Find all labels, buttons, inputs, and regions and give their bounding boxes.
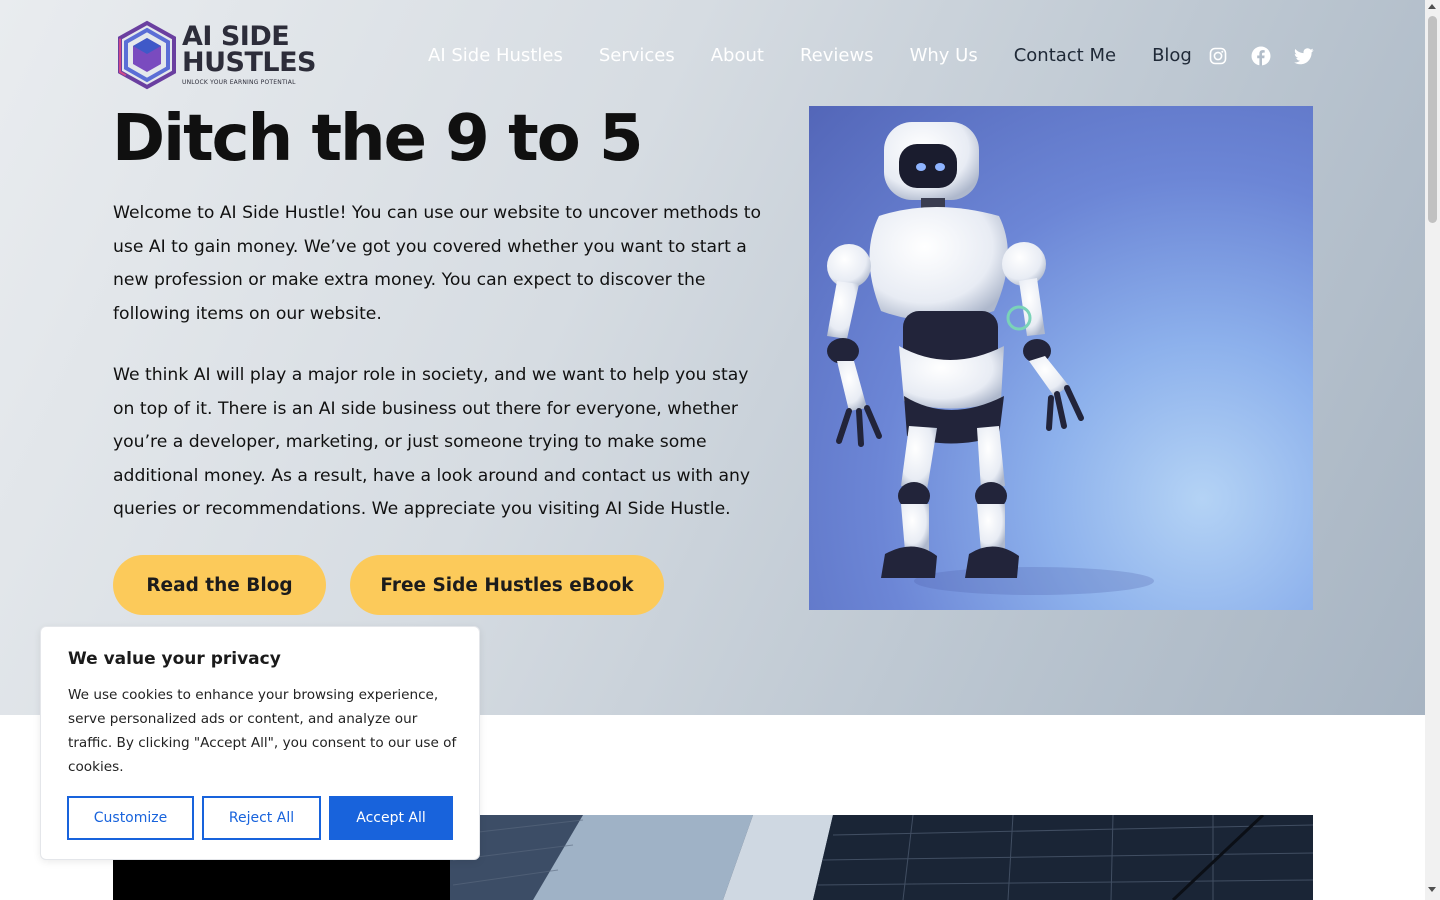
nav-item-ai-side-hustles[interactable]: AI Side Hustles <box>428 45 563 66</box>
cookie-reject-all-button[interactable]: Reject All <box>202 796 321 840</box>
cookie-customize-button[interactable]: Customize <box>67 796 194 840</box>
instagram-icon[interactable] <box>1207 45 1229 67</box>
facebook-icon[interactable] <box>1250 45 1272 67</box>
site-logo[interactable]: AI SIDE HUSTLES UNLOCK YOUR EARNING POTE… <box>116 20 316 90</box>
nav-item-services[interactable]: Services <box>599 45 675 66</box>
scroll-down-arrow-icon[interactable] <box>1428 887 1436 892</box>
nav-item-blog[interactable]: Blog <box>1152 45 1192 66</box>
social-links <box>1207 45 1315 67</box>
nav-item-reviews[interactable]: Reviews <box>800 45 874 66</box>
hero-headline: Ditch the 9 to 5 <box>112 102 643 176</box>
scrollbar-thumb[interactable] <box>1428 16 1437 223</box>
nav-item-why-us[interactable]: Why Us <box>910 45 978 66</box>
cookie-accept-all-button[interactable]: Accept All <box>329 796 453 840</box>
cookie-title: We value your privacy <box>68 649 281 669</box>
robot-image <box>809 106 1313 610</box>
free-ebook-button[interactable]: Free Side Hustles eBook <box>350 555 664 615</box>
hero-paragraph-mission: We think AI will play a major role in so… <box>113 365 751 519</box>
scroll-up-arrow-icon[interactable] <box>1428 4 1436 9</box>
read-blog-button[interactable]: Read the Blog <box>113 555 326 615</box>
cookie-description: We use cookies to enhance your browsing … <box>68 687 457 775</box>
twitter-icon[interactable] <box>1293 45 1315 67</box>
logo-tagline: UNLOCK YOUR EARNING POTENTIAL <box>182 79 296 86</box>
nav-item-about[interactable]: About <box>711 45 764 66</box>
logo-hexagon-icon <box>118 20 176 90</box>
main-nav: AI Side Hustles Services About Reviews W… <box>428 42 1192 68</box>
cookie-consent-dialog: We value your privacy We use cookies to … <box>40 626 480 860</box>
nav-item-contact-me[interactable]: Contact Me <box>1014 45 1116 66</box>
hero-paragraph-intro: Welcome to AI Side Hustle! You can use o… <box>113 203 762 324</box>
page-scrollbar[interactable] <box>1425 0 1440 900</box>
hero-section: AI SIDE HUSTLES UNLOCK YOUR EARNING POTE… <box>0 0 1425 715</box>
logo-name-line2: HUSTLES <box>182 47 316 78</box>
